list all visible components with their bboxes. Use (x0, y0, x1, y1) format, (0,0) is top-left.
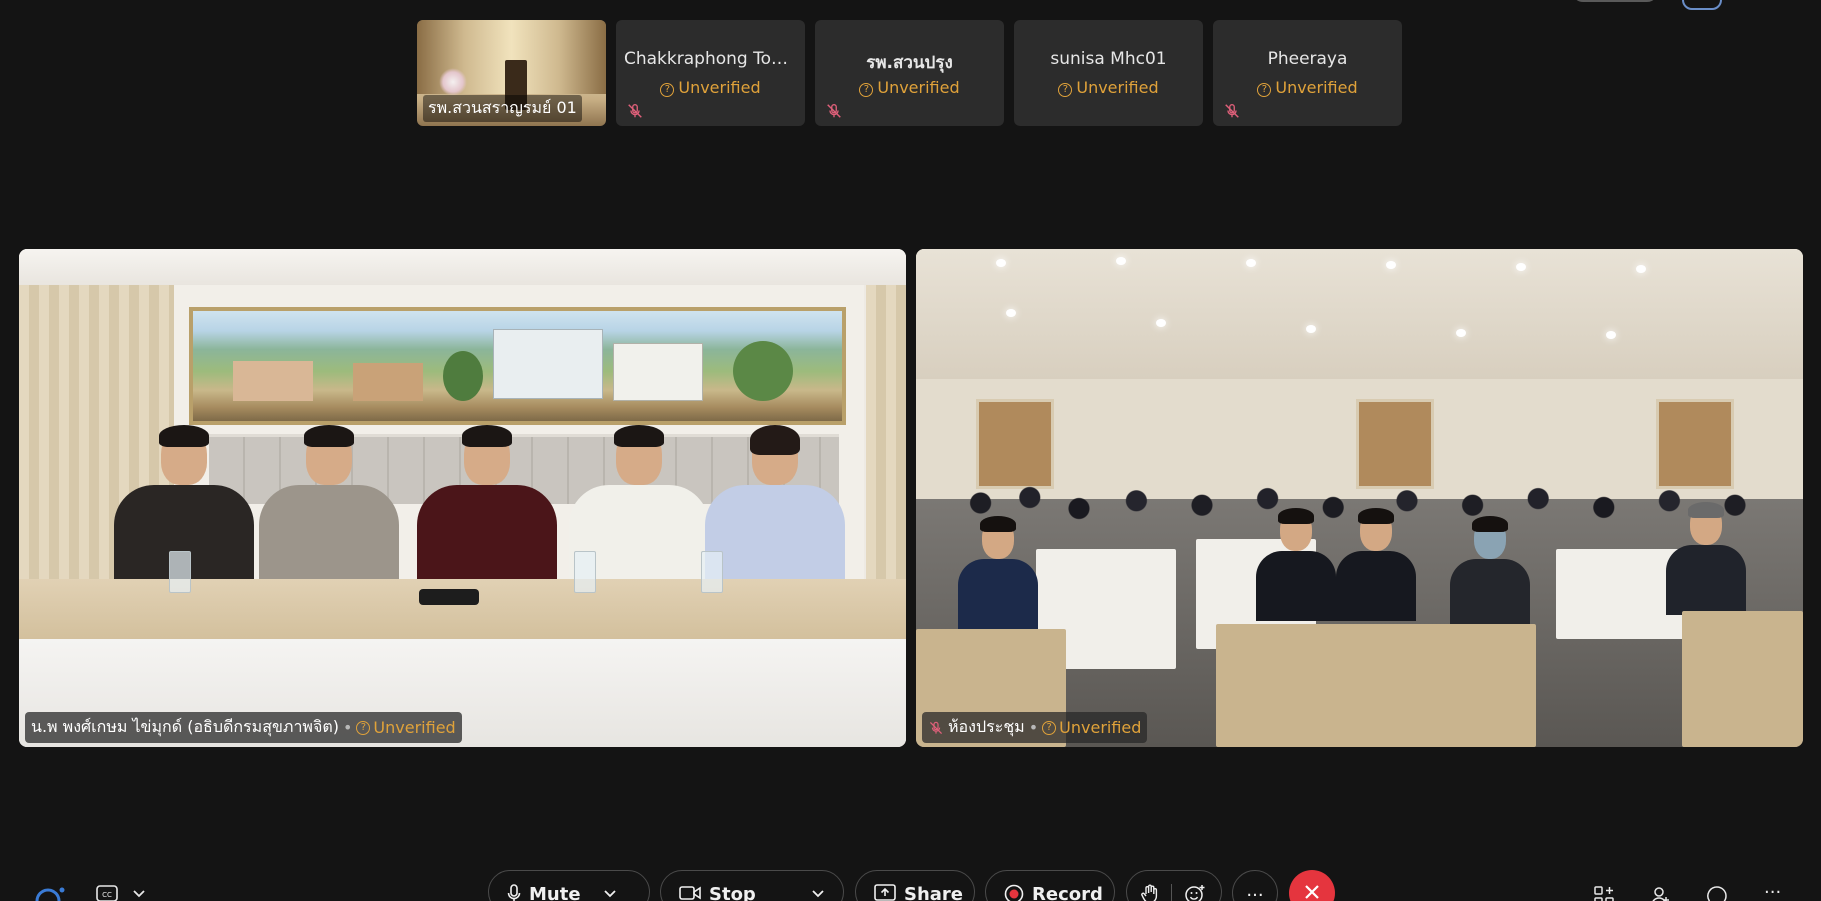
more-options-button[interactable]: ··· (1232, 870, 1278, 901)
webex-logo-icon (35, 887, 65, 901)
main-video-right[interactable]: ห้องประชุม • ? Unverified (916, 249, 1803, 747)
person (259, 425, 399, 589)
question-circle-icon: ? (1058, 83, 1073, 97)
person (958, 516, 1038, 629)
question-circle-icon: ? (1042, 720, 1057, 735)
record-icon (1004, 884, 1024, 901)
svg-text:CC: CC (102, 891, 112, 899)
video-camera-icon (679, 886, 701, 900)
meeting-controls-toolbar: CC Mute Stop video Share Record ··· ··· (0, 860, 1821, 901)
person (417, 425, 557, 589)
microphone-muted-icon (1225, 104, 1239, 118)
closed-captions-icon[interactable]: CC (96, 885, 118, 901)
mute-button[interactable]: Mute (488, 870, 650, 901)
question-circle-icon: ? (859, 83, 874, 97)
thumbnail-name: Pheeraya (1267, 49, 1348, 69)
share-button[interactable]: Share (855, 870, 975, 901)
thumbnail-name: sunisa Mhc01 (1050, 49, 1167, 69)
question-circle-icon: ? (660, 83, 675, 97)
chevron-down-icon[interactable] (603, 889, 617, 899)
stop-video-button[interactable]: Stop video (660, 870, 844, 901)
thumbnail-name-label: รพ.สวนสราญรมย์ 01 (423, 95, 582, 122)
participant-thumbnail-strip: รพ.สวนสราญรมย์ 01 Chakkraphong Tomo... ?… (417, 20, 1402, 126)
raise-hand-icon[interactable] (1141, 884, 1159, 901)
thumbnail-participant-4[interactable]: sunisa Mhc01 ? Unverified (1014, 20, 1203, 126)
unverified-badge: ? Unverified (815, 78, 1004, 97)
person (1336, 508, 1416, 621)
video-name-label: น.พ พงศ์เกษม ไข่มุกด์ (อธิบดีกรมสุขภาพจิ… (25, 712, 462, 743)
record-button[interactable]: Record (985, 870, 1115, 901)
conference-table (19, 579, 906, 639)
chevron-down-icon[interactable] (811, 889, 825, 899)
close-icon (1305, 885, 1319, 899)
microphone-muted-icon (929, 721, 943, 734)
add-reaction-icon[interactable] (1184, 884, 1206, 901)
unverified-badge: ? Unverified (1213, 78, 1402, 97)
thumbnail-name: Chakkraphong Tomo... (624, 49, 805, 69)
question-circle-icon: ? (1257, 83, 1272, 97)
main-video-left[interactable]: น.พ พงศ์เกษม ไข่มุกด์ (อธิบดีกรมสุขภาพจิ… (19, 249, 906, 747)
unverified-badge: ? Unverified (1014, 78, 1203, 97)
top-stray-button-a[interactable] (1572, 0, 1658, 2)
person (1666, 502, 1746, 615)
end-call-button[interactable] (1289, 870, 1335, 901)
microphone-icon (507, 884, 521, 901)
thumbnail-name: รพ.สวนปรุง (866, 53, 953, 73)
wall-painting (189, 307, 846, 425)
question-circle-icon: ? (356, 720, 371, 735)
thumbnail-participant-5[interactable]: Pheeraya ? Unverified (1213, 20, 1402, 126)
chevron-down-icon[interactable] (132, 889, 146, 899)
reactions-group (1126, 870, 1222, 901)
video-name-label: ห้องประชุม • ? Unverified (922, 712, 1148, 743)
microphone-muted-icon (628, 104, 642, 118)
thumbnail-video-participant-1[interactable]: รพ.สวนสราญรมย์ 01 (417, 20, 606, 126)
unverified-badge: ? Unverified (1042, 718, 1141, 737)
person (705, 425, 845, 589)
thumbnail-participant-3[interactable]: รพ.สวนปรุง ? Unverified (815, 20, 1004, 126)
thumbnail-participant-2[interactable]: Chakkraphong Tomo... ? Unverified (616, 20, 805, 126)
unverified-badge: ? Unverified (616, 78, 805, 97)
person (1450, 516, 1530, 629)
more-actions-button[interactable]: ··· (1764, 882, 1781, 901)
share-screen-icon (874, 884, 896, 901)
unverified-badge: ? Unverified (356, 718, 456, 737)
chat-icon[interactable] (1706, 885, 1728, 901)
participants-icon[interactable] (1649, 885, 1671, 901)
apps-icon[interactable] (1593, 885, 1615, 901)
person (1256, 508, 1336, 621)
top-stray-button-b[interactable] (1682, 0, 1722, 10)
microphone-muted-icon (827, 104, 841, 118)
